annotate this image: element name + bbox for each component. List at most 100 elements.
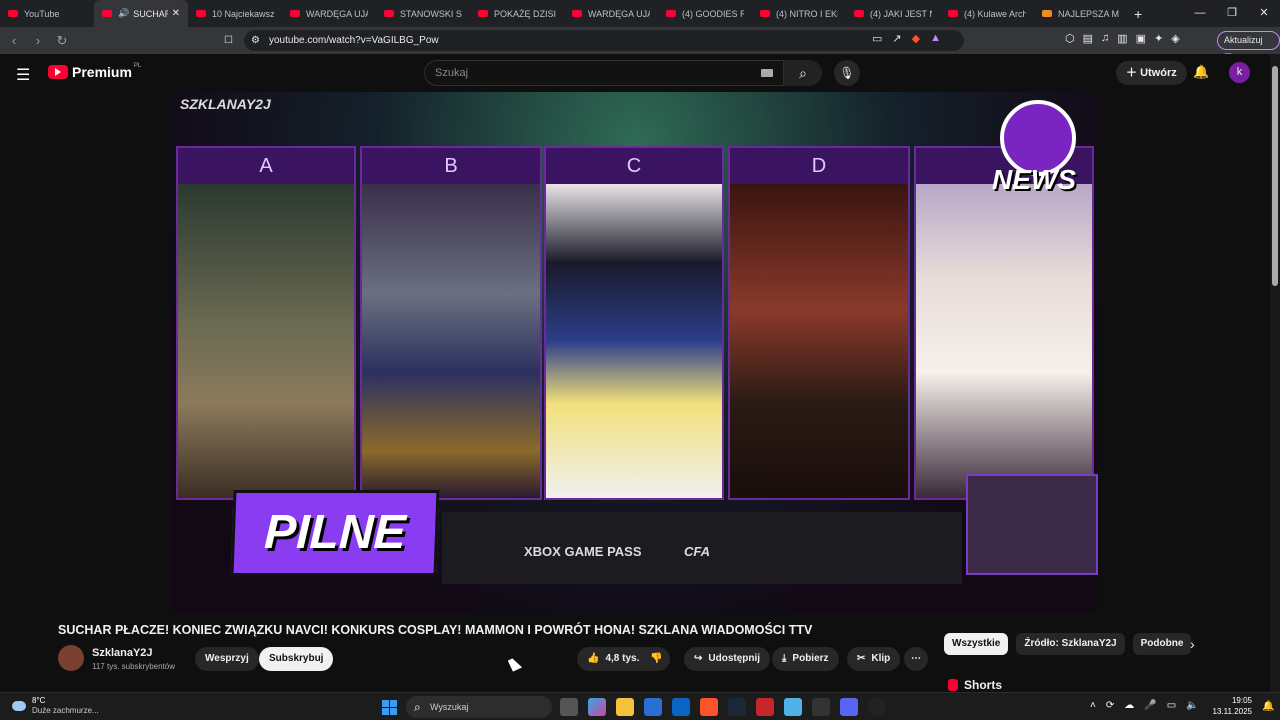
speaker-icon: 🔊 (118, 8, 130, 18)
media-icon[interactable]: ♫ (1101, 32, 1109, 45)
youtube-premium-logo[interactable]: Premium PL (48, 63, 141, 80)
notifications-bell-icon[interactable]: 🔔 (1193, 64, 1209, 80)
browser-tab[interactable]: WARDĘGA UJAWN (564, 0, 658, 27)
reading-list-icon[interactable]: ▥ (1117, 32, 1127, 45)
voice-search-button[interactable]: 🎙 (834, 60, 860, 86)
app-red-icon[interactable] (756, 698, 774, 716)
thumbs-up-icon: 👍 (587, 653, 600, 664)
system-tray: ˄ ⟳ ☁ 🎤 ▭ 🔈 (1090, 700, 1199, 711)
browser-tab-active[interactable]: 🔊SUCHAR P✕ (94, 0, 188, 27)
site-info-icon[interactable]: ⚙ (251, 30, 260, 51)
account-avatar[interactable]: k (1229, 62, 1250, 83)
search-input[interactable]: Szukaj (424, 60, 784, 86)
onedrive-icon[interactable]: ☁ (1124, 700, 1134, 711)
maximize-icon[interactable]: ❐ (1216, 0, 1248, 27)
weather-widget[interactable]: 8°C Duże zachmurze... (12, 696, 99, 716)
microphone-icon: 🎙 (839, 66, 855, 80)
keyboard-icon[interactable] (761, 69, 773, 77)
channel-name[interactable]: SzklanaY2J (92, 647, 153, 659)
install-icon[interactable]: ▭ (872, 32, 882, 45)
video-player[interactable]: SZKLANAY2J A B C D NEWS XBOX GAME PASS C… (172, 92, 1098, 612)
rewards-icon[interactable]: ▲ (930, 32, 941, 45)
browser-tab[interactable]: NAJLEPSZA M (1034, 0, 1128, 27)
new-tab-button[interactable]: + (1134, 6, 1142, 22)
notification-icon[interactable]: 🔔 (1262, 701, 1274, 712)
browser-tab[interactable]: YouTube (0, 0, 94, 27)
extension-icon[interactable]: ⬡ (1065, 32, 1075, 45)
youtube-favicon-icon (384, 10, 394, 17)
page-scrollbar[interactable] (1270, 54, 1280, 692)
taskbar-clock[interactable]: 19:05 13.11.2025 (1212, 695, 1252, 717)
mic-tray-icon[interactable]: 🎤 (1144, 700, 1156, 711)
browser-tab[interactable]: (4) GOODIES ROA (658, 0, 752, 27)
browser-tab[interactable]: 10 Najciekawszych (188, 0, 282, 27)
task-view-icon[interactable] (560, 698, 578, 716)
share-icon[interactable]: ↗ (892, 32, 901, 45)
file-explorer-icon[interactable] (616, 698, 634, 716)
panel-label: D (730, 148, 908, 184)
epic-games-icon[interactable] (812, 698, 830, 716)
steam-icon[interactable] (728, 698, 746, 716)
vpn-icon[interactable]: ◈ (1171, 32, 1179, 45)
cosplay-image (362, 184, 540, 498)
cosplay-panel-b: B (360, 146, 542, 500)
reload-icon[interactable]: ↻ (52, 33, 72, 49)
outlook-icon[interactable] (672, 698, 690, 716)
share-button[interactable]: ↪ Udostępnij (684, 647, 771, 671)
ai-icon[interactable]: ✦ (1154, 32, 1163, 45)
windows-taskbar: 8°CDuże zachmurze... Wyszukaj ˄ ⟳ ☁ 🎤 ▭ … (0, 692, 1280, 720)
volume-icon[interactable]: 🔈 (1186, 700, 1198, 711)
windows-start-icon[interactable] (382, 700, 397, 715)
search-button[interactable]: ⌕ (784, 60, 822, 86)
brave-browser-icon[interactable] (700, 698, 718, 716)
sync-icon[interactable]: ⟳ (1106, 700, 1114, 711)
more-actions-button[interactable]: ⋯ (904, 647, 928, 671)
browser-tab[interactable]: (4) JAKI JEST NAJ (846, 0, 940, 27)
chip-source[interactable]: Źródło: SzklanaY2J (1016, 633, 1125, 655)
url-field[interactable]: ☐ ⚙ youtube.com/watch?v=VaGILBG_Pow (224, 30, 964, 51)
cloud-icon (12, 701, 26, 711)
cosplay-image (916, 184, 1092, 498)
channel-avatar[interactable] (58, 645, 84, 671)
create-button[interactable]: ＋ Utwórz (1116, 61, 1187, 85)
bookmark-icon[interactable]: ☐ (224, 30, 233, 51)
cosplay-image (546, 184, 722, 498)
close-tab-icon[interactable]: ✕ (172, 8, 180, 19)
hamburger-menu-icon[interactable]: ☰ (16, 65, 30, 85)
minimize-icon[interactable]: — (1184, 0, 1216, 27)
obs-icon[interactable] (868, 698, 886, 716)
scrollbar-thumb[interactable] (1272, 66, 1278, 286)
pilne-banner: PILNE (230, 490, 440, 576)
browser-tab[interactable]: STANOWSKI SUGE (376, 0, 470, 27)
chip-all[interactable]: Wszystkie (944, 633, 1009, 655)
notepad-icon[interactable] (784, 698, 802, 716)
sidebar-icon[interactable]: ▤ (1083, 32, 1093, 45)
close-window-icon[interactable]: ✕ (1248, 0, 1280, 27)
browser-tab[interactable]: (4) NITRO I EKIPA (752, 0, 846, 27)
brave-shield-icon[interactable]: ◆ (912, 32, 920, 45)
k-news-logo: NEWS (992, 100, 1088, 210)
discord-icon[interactable] (840, 698, 858, 716)
forward-icon[interactable]: › (28, 33, 48, 48)
store-icon[interactable] (644, 698, 662, 716)
subscribe-button[interactable]: Subskrybuj (259, 647, 334, 671)
browser-tab[interactable]: POKAŻĘ DZISIAJ (470, 0, 564, 27)
taskbar-search-input[interactable]: Wyszukaj (406, 696, 552, 718)
download-button[interactable]: ⤓ Pobierz (772, 647, 839, 671)
support-button[interactable]: Wesprzyj (195, 647, 259, 671)
network-icon[interactable]: ▭ (1167, 700, 1176, 711)
browser-tab[interactable]: (4) Kulawe Archi (940, 0, 1034, 27)
back-icon[interactable]: ‹ (4, 33, 24, 48)
update-button[interactable]: Aktualizuj ☰ (1217, 31, 1280, 62)
chip-related[interactable]: Podobne (1132, 633, 1192, 655)
cosplay-image (730, 184, 908, 498)
cosplay-panel-a: A (176, 146, 356, 500)
dislike-button[interactable]: 👎 (642, 647, 671, 671)
chevron-right-icon[interactable]: › (1190, 636, 1195, 652)
tray-chevron-icon[interactable]: ˄ (1090, 700, 1096, 711)
like-button[interactable]: 👍 4,8 tys. (577, 647, 650, 671)
copilot-icon[interactable] (588, 698, 606, 716)
browser-tab[interactable]: WARDĘGA UJAWN (282, 0, 376, 27)
clip-button[interactable]: ✂ Klip (847, 647, 901, 671)
wallet-icon[interactable]: ▣ (1136, 32, 1146, 45)
